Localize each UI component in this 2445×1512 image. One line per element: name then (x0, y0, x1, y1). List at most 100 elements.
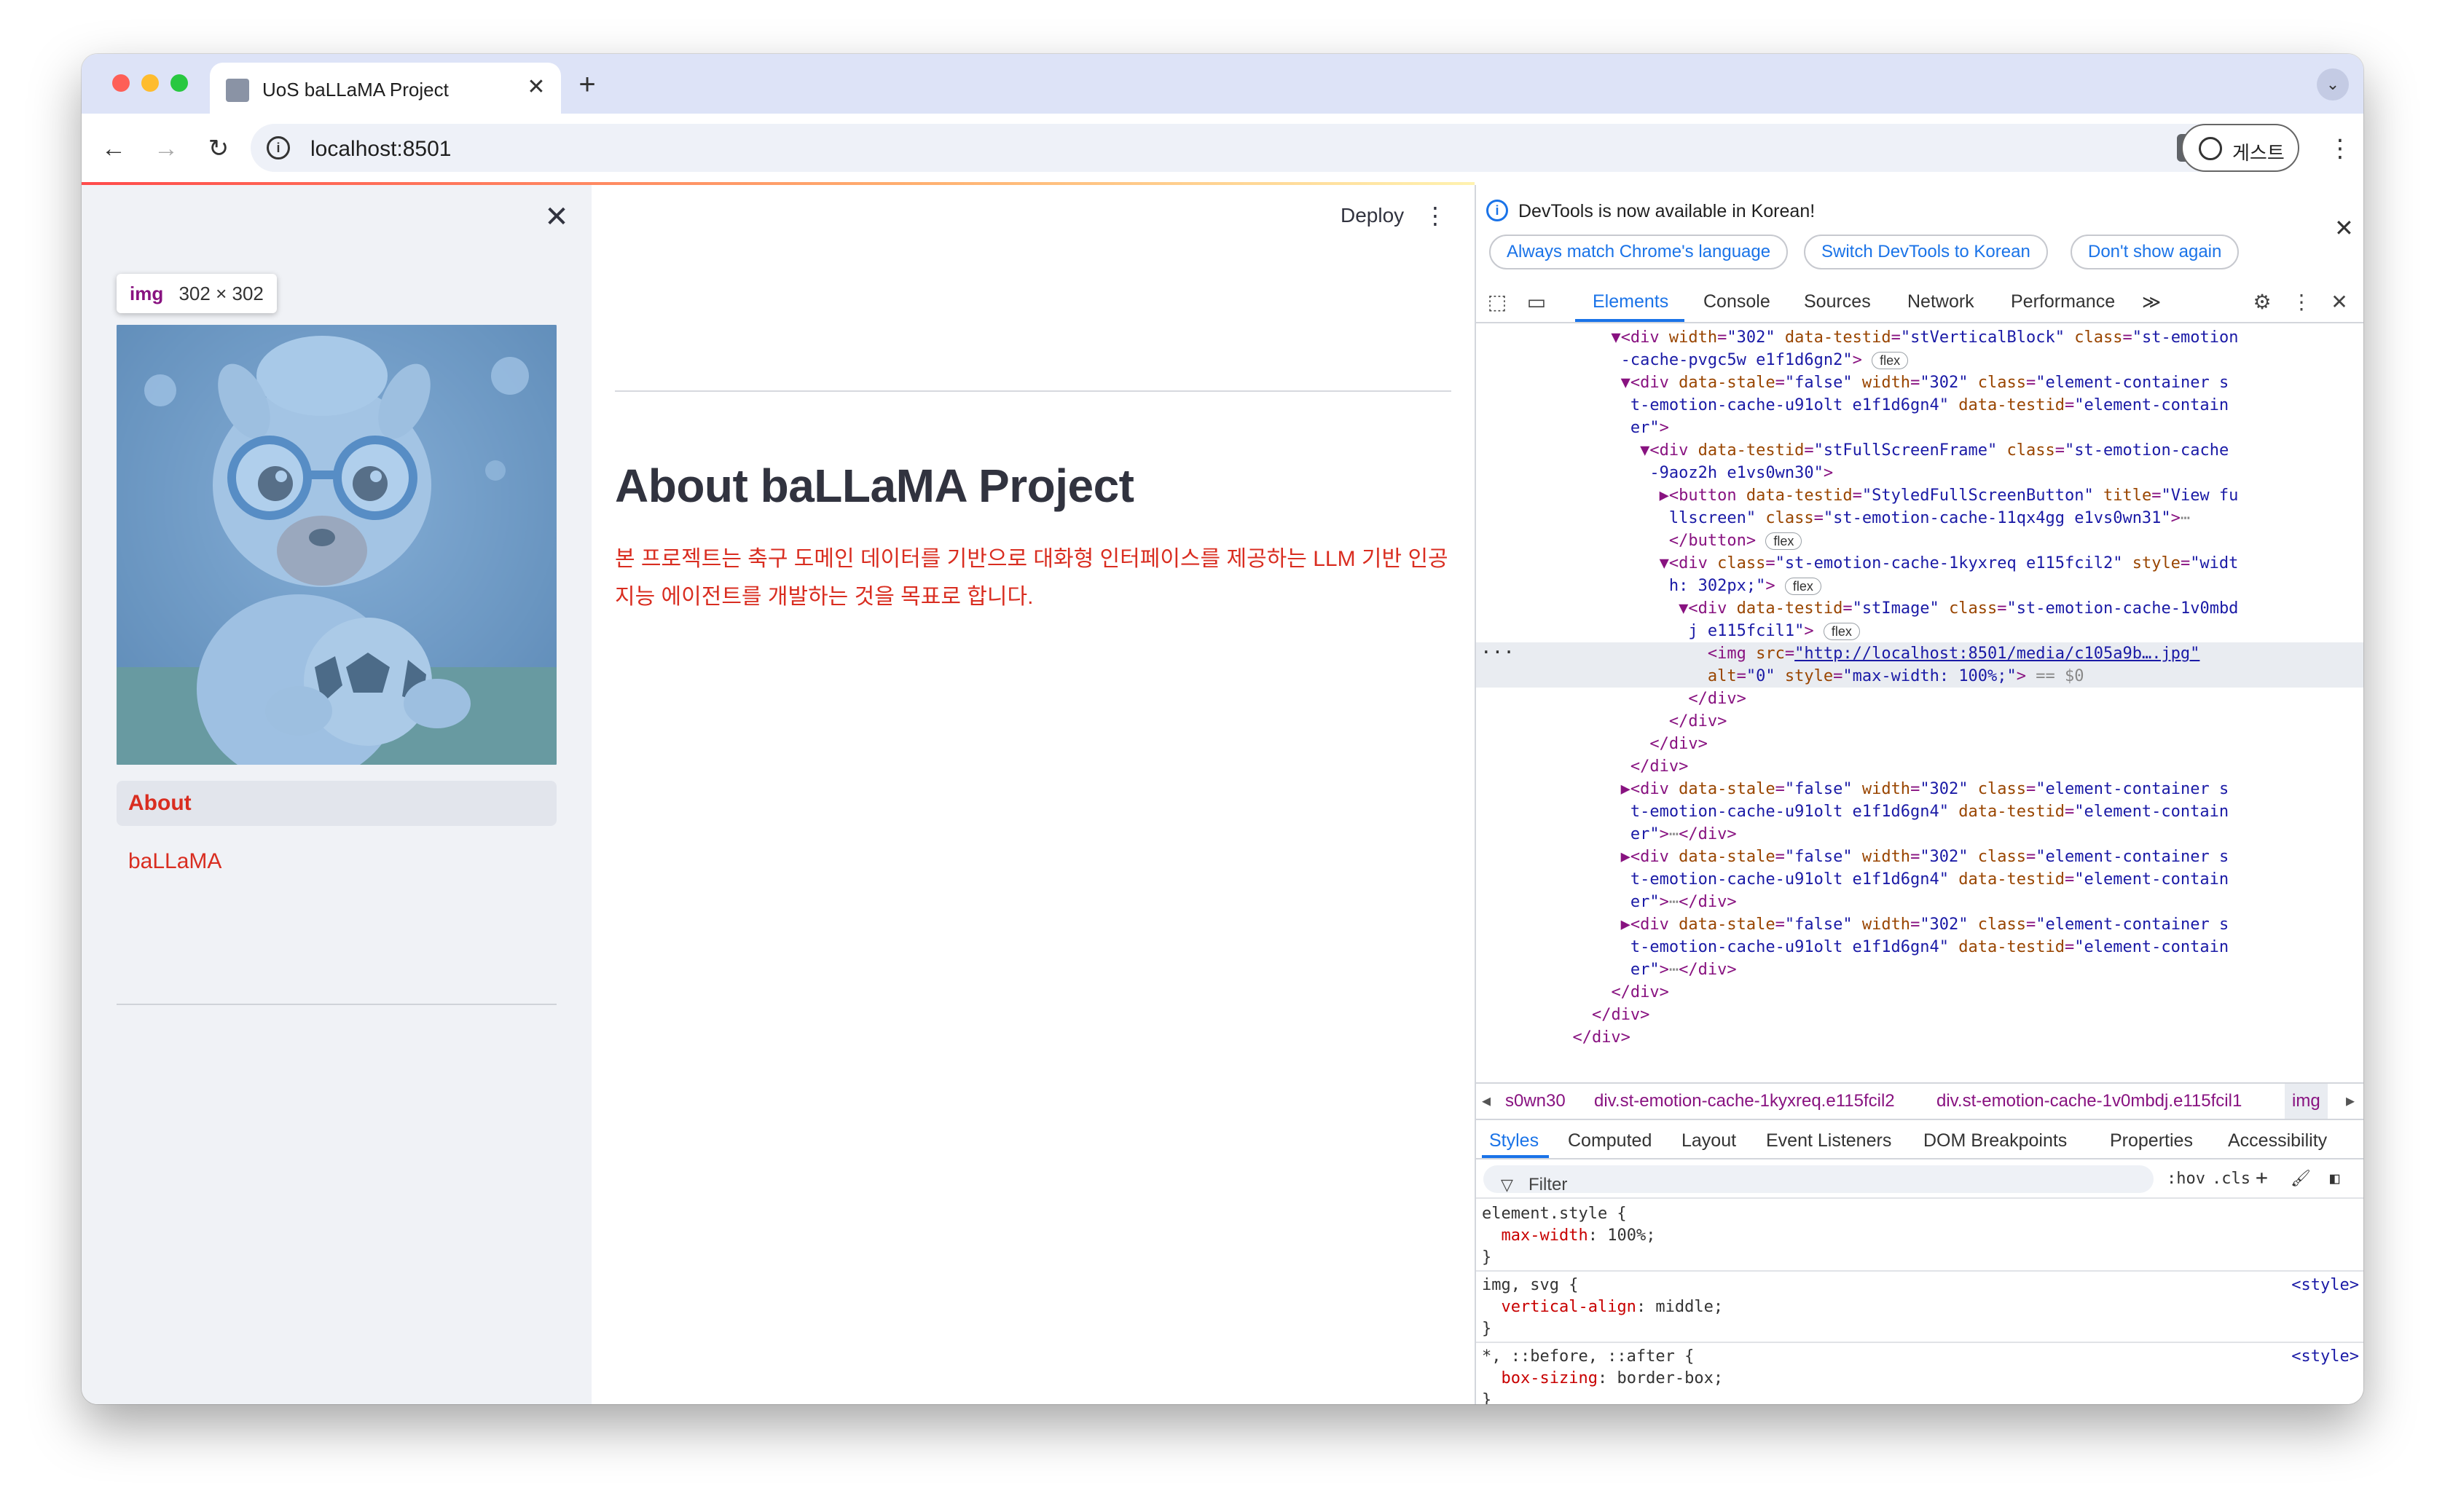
device-toolbar-icon[interactable]: ▭ (1524, 290, 1549, 315)
dom-node[interactable]: er">⋯</div> (1476, 823, 2363, 846)
browser-menu-button[interactable]: ⋮ (2326, 131, 2355, 166)
breadcrumb-item[interactable]: div.st-emotion-cache-1v0mbdj.e115fcil1 (1936, 1084, 2242, 1119)
styles-filter-input[interactable]: ▽ Filter (1483, 1165, 2154, 1194)
dom-node-selected[interactable]: <img src="http://localhost:8501/media/c1… (1476, 642, 2363, 665)
css-declaration[interactable]: box-sizing: border-box; (1482, 1368, 1724, 1390)
breadcrumb-item[interactable]: div.st-emotion-cache-1kyxreq.e115fcil2 (1594, 1084, 1895, 1119)
forward-button[interactable]: → (149, 131, 184, 166)
css-selector[interactable]: *, ::before, ::after { (1482, 1346, 1694, 1368)
tab-search-button[interactable]: ⌄ (2317, 68, 2349, 101)
minimize-window-button[interactable] (141, 74, 159, 92)
flex-badge[interactable]: flex (1872, 352, 1909, 369)
more-tabs-icon[interactable]: ≫ (2142, 291, 2161, 313)
css-rules-pane[interactable]: element.style { max-width: 100%; } img, … (1476, 1199, 2363, 1404)
dom-node[interactable]: t-emotion-cache-u91olt e1f1d6gn4" data-t… (1476, 868, 2363, 891)
dom-node[interactable]: -9aoz2h e1vs0wn30"> (1476, 462, 2363, 484)
breadcrumb-scroll-right[interactable]: ▸ (2346, 1084, 2355, 1119)
address-bar[interactable]: i localhost:8501 G (251, 124, 2232, 172)
dom-node[interactable]: </div> (1476, 733, 2363, 755)
css-source-link[interactable]: <style> (2291, 1346, 2359, 1368)
class-toggle[interactable]: .cls (2212, 1170, 2250, 1188)
sidebar-close-icon[interactable]: ✕ (542, 202, 571, 232)
tab-properties[interactable]: Properties (2110, 1130, 2193, 1151)
tab-computed[interactable]: Computed (1568, 1130, 1652, 1151)
back-button[interactable]: ← (96, 131, 131, 166)
dom-node[interactable]: ▶<div data-stale="false" width="302" cla… (1476, 846, 2363, 868)
dom-node[interactable]: ▶<div data-stale="false" width="302" cla… (1476, 913, 2363, 936)
css-selector[interactable]: img, svg { (1482, 1275, 1578, 1296)
browser-tab[interactable]: UoS baLLaMA Project ✕ (210, 63, 561, 114)
site-info-icon[interactable]: i (267, 136, 290, 160)
switch-korean-button[interactable]: Switch DevTools to Korean (1804, 235, 2048, 269)
dom-node[interactable]: -cache-pvgc5w e1f1d6gn2"> flex (1476, 349, 2363, 371)
dom-node[interactable]: ▶<div data-stale="false" width="302" cla… (1476, 778, 2363, 800)
tab-close-icon[interactable]: ✕ (522, 73, 551, 102)
banner-close-icon[interactable]: ✕ (2334, 214, 2354, 242)
breadcrumb-item-active[interactable]: img (2285, 1084, 2328, 1119)
dom-node[interactable]: t-emotion-cache-u91olt e1f1d6gn4" data-t… (1476, 800, 2363, 823)
tab-layout[interactable]: Layout (1681, 1130, 1736, 1151)
settings-gear-icon[interactable]: ⚙ (2250, 290, 2275, 315)
devtools-menu-icon[interactable]: ⋮ (2289, 290, 2314, 315)
paint-brush-icon[interactable]: 🖌 (2291, 1170, 2311, 1188)
dom-node[interactable]: ▶<button data-testid="StyledFullScreenBu… (1476, 484, 2363, 507)
inspect-element-icon[interactable]: ⬚ (1485, 290, 1510, 315)
sidebar-item-about[interactable]: About (117, 781, 557, 826)
dom-node[interactable]: ▼<div data-testid="stFullScreenFrame" cl… (1476, 439, 2363, 462)
css-declaration[interactable]: vertical-align: middle; (1482, 1296, 1724, 1318)
breadcrumb-scroll-left[interactable]: ◂ (1482, 1084, 1491, 1119)
breadcrumb-item[interactable]: s0wn30 (1505, 1084, 1566, 1119)
dom-node[interactable]: h: 302px;"> flex (1476, 575, 2363, 597)
tab-styles[interactable]: Styles (1489, 1130, 1539, 1151)
tab-network[interactable]: Network (1907, 291, 1974, 312)
dom-node[interactable]: llscreen" class="st-emotion-cache-11qx4g… (1476, 507, 2363, 529)
tab-dom-breakpoints[interactable]: DOM Breakpoints (1923, 1130, 2067, 1151)
deploy-button[interactable]: Deploy (1341, 204, 1404, 227)
dom-node[interactable]: er">⋯</div> (1476, 958, 2363, 981)
dom-node[interactable]: </div> (1476, 1026, 2363, 1049)
tab-console[interactable]: Console (1703, 291, 1770, 312)
new-tab-button[interactable]: + (571, 68, 603, 101)
reload-button[interactable]: ↻ (201, 131, 236, 166)
profile-button[interactable]: 게스트 (2181, 124, 2299, 172)
dom-node[interactable]: </div> (1476, 688, 2363, 710)
dont-show-again-button[interactable]: Don't show again (2071, 235, 2240, 269)
dom-node[interactable]: j e115fcil1"> flex (1476, 620, 2363, 642)
flex-badge[interactable]: flex (1765, 532, 1802, 550)
css-source-link[interactable]: <style> (2291, 1275, 2359, 1296)
dom-node[interactable]: </div> (1476, 710, 2363, 733)
tab-event-listeners[interactable]: Event Listeners (1766, 1130, 1891, 1151)
close-window-button[interactable] (112, 74, 130, 92)
sidebar-toggle-icon[interactable]: ◧ (2330, 1170, 2339, 1188)
dom-node[interactable]: ▼<div data-stale="false" width="302" cla… (1476, 371, 2363, 394)
tab-accessibility[interactable]: Accessibility (2228, 1130, 2327, 1151)
new-rule-icon[interactable]: + (2256, 1165, 2268, 1189)
url-text[interactable]: localhost:8501 (310, 137, 451, 162)
dom-node[interactable]: </div> (1476, 1004, 2363, 1026)
dom-node[interactable]: t-emotion-cache-u91olt e1f1d6gn4" data-t… (1476, 936, 2363, 958)
tab-elements[interactable]: Elements (1593, 291, 1668, 312)
dom-node[interactable]: er">⋯</div> (1476, 891, 2363, 913)
dom-ellipsis-icon[interactable]: ... (1480, 637, 1515, 658)
tab-performance[interactable]: Performance (2011, 291, 2115, 312)
dom-node[interactable]: t-emotion-cache-u91olt e1f1d6gn4" data-t… (1476, 394, 2363, 417)
dom-node-selected[interactable]: alt="0" style="max-width: 100%;"> == $0 (1476, 665, 2363, 688)
hover-state-toggle[interactable]: :hov (2167, 1170, 2205, 1188)
dom-node[interactable]: </button> flex (1476, 529, 2363, 552)
css-selector[interactable]: element.style { (1482, 1203, 1627, 1225)
tab-sources[interactable]: Sources (1804, 291, 1871, 312)
dom-node[interactable]: </div> (1476, 755, 2363, 778)
app-menu-button[interactable]: ⋮ (1424, 201, 1447, 230)
css-declaration[interactable]: max-width: 100%; (1482, 1225, 1656, 1247)
dom-node[interactable]: </div> (1476, 981, 2363, 1004)
devtools-close-icon[interactable]: ✕ (2327, 290, 2352, 315)
dom-node[interactable]: ▼<div class="st-emotion-cache-1kyxreq e1… (1476, 552, 2363, 575)
dom-node[interactable]: ▼<div width="302" data-testid="stVertica… (1476, 326, 2363, 349)
flex-badge[interactable]: flex (1784, 578, 1821, 595)
flex-badge[interactable]: flex (1823, 623, 1860, 640)
sidebar-item-ballama[interactable]: baLLaMA (117, 839, 557, 884)
dom-node[interactable]: er"> (1476, 417, 2363, 439)
match-language-button[interactable]: Always match Chrome's language (1489, 235, 1789, 269)
zoom-window-button[interactable] (170, 74, 188, 92)
dom-node[interactable]: ▼<div data-testid="stImage" class="st-em… (1476, 597, 2363, 620)
